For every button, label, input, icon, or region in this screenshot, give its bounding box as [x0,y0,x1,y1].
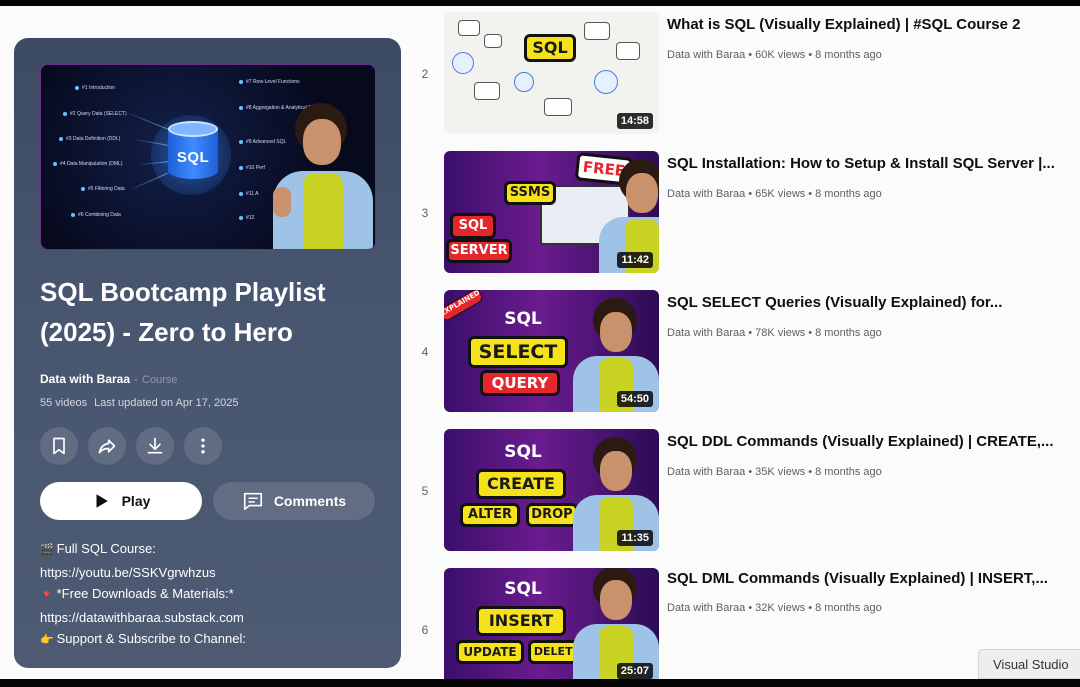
thumb-decor [458,20,480,36]
video-thumbnail[interactable]: SQL CREATE ALTER DROP 11:35 [444,429,659,551]
video-meta: Data with Baraa • 65K views • 8 months ago [667,188,882,200]
playlist-video-item[interactable]: 3 FREE SSMS SQL SERVER 11:42 SQL Install… [0,151,1080,273]
video-thumbnail[interactable]: EXPLAINED SQL SELECT QUERY 54:50 [444,290,659,412]
top-edge [0,0,1080,6]
video-index: 6 [421,623,429,637]
video-thumbnail[interactable]: SQL 14:58 [444,12,659,134]
video-age: 8 months ago [815,602,882,614]
video-title[interactable]: SQL Installation: How to Setup & Install… [667,155,1079,172]
video-channel[interactable]: Data with Baraa [667,327,745,339]
video-title[interactable]: SQL DML Commands (Visually Explained) | … [667,570,1079,587]
video-meta: Data with Baraa • 35K views • 8 months ago [667,466,882,478]
video-duration: 11:42 [617,252,653,268]
thumb-ssms-sign: SSMS [504,181,556,205]
video-thumbnail[interactable]: FREE SSMS SQL SERVER 11:42 [444,151,659,273]
video-index: 2 [421,67,429,81]
video-duration: 14:58 [616,113,653,129]
thumb-server-sign: SERVER [446,239,512,263]
thumb-decor [544,98,572,116]
video-title[interactable]: SQL DDL Commands (Visually Explained) | … [667,433,1079,450]
video-title[interactable]: SQL SELECT Queries (Visually Explained) … [667,294,1079,311]
thumb-decor [616,42,640,60]
video-meta: Data with Baraa • 60K views • 8 months ago [667,49,882,61]
thumb-decor [474,82,500,100]
thumb-decor [484,34,502,48]
thumb-sql-text: SQL [504,579,542,599]
thumb-sql-text: SQL [504,309,542,329]
thumb-decor [452,52,474,74]
bottom-edge [0,679,1080,687]
video-thumbnail[interactable]: SQL INSERT UPDATE DELETE 25:07 [444,568,659,680]
video-duration: 11:35 [617,530,653,546]
video-title[interactable]: What is SQL (Visually Explained) | #SQL … [667,16,1079,33]
video-channel[interactable]: Data with Baraa [667,188,745,200]
video-age: 8 months ago [815,466,882,478]
video-index: 3 [421,206,429,220]
thumb-query-sign: QUERY [480,370,560,396]
video-views: 65K views [755,188,806,200]
thumb-select-sign: SELECT [468,336,568,368]
playlist-video-item[interactable]: 5 SQL CREATE ALTER DROP 11:35 SQL DDL Co… [0,429,1080,551]
thumb-decor [514,72,534,92]
playlist-video-item[interactable]: 2 SQL 14:58 What is SQL (Visually Explai… [0,12,1080,134]
thumb-decor [594,70,618,94]
taskbar-tooltip: Visual Studio [978,649,1080,679]
video-views: 60K views [755,49,806,61]
video-views: 78K views [755,327,806,339]
thumb-create-sign: CREATE [476,469,566,499]
video-meta: Data with Baraa • 32K views • 8 months ago [667,602,882,614]
thumb-sql-sign: SQL [450,213,496,239]
video-channel[interactable]: Data with Baraa [667,466,745,478]
thumb-update-sign: UPDATE [456,640,524,664]
video-index: 4 [421,345,429,359]
thumb-insert-sign: INSERT [476,606,566,636]
video-meta: Data with Baraa • 78K views • 8 months ago [667,327,882,339]
thumb-sql-text: SQL [504,442,542,462]
video-age: 8 months ago [815,327,882,339]
video-views: 32K views [755,602,806,614]
thumb-alter-sign: ALTER [460,503,520,527]
video-index: 5 [421,484,429,498]
video-channel[interactable]: Data with Baraa [667,602,745,614]
playlist-video-item[interactable]: 6 SQL INSERT UPDATE DELETE 25:07 SQL DML… [0,568,1080,680]
video-duration: 25:07 [616,663,653,679]
thumb-decor [584,22,610,40]
video-age: 8 months ago [815,188,882,200]
video-channel[interactable]: Data with Baraa [667,49,745,61]
video-duration: 54:50 [616,391,653,407]
thumbnail-topic: #3 Data Definition (DDL) [59,136,120,142]
thumb-explained-ribbon: EXPLAINED [444,290,485,323]
video-views: 35K views [755,466,806,478]
thumb-sql-sign: SQL [524,34,576,62]
video-age: 8 months ago [815,49,882,61]
playlist-video-item[interactable]: 4 EXPLAINED SQL SELECT QUERY 54:50 SQL S… [0,290,1080,412]
